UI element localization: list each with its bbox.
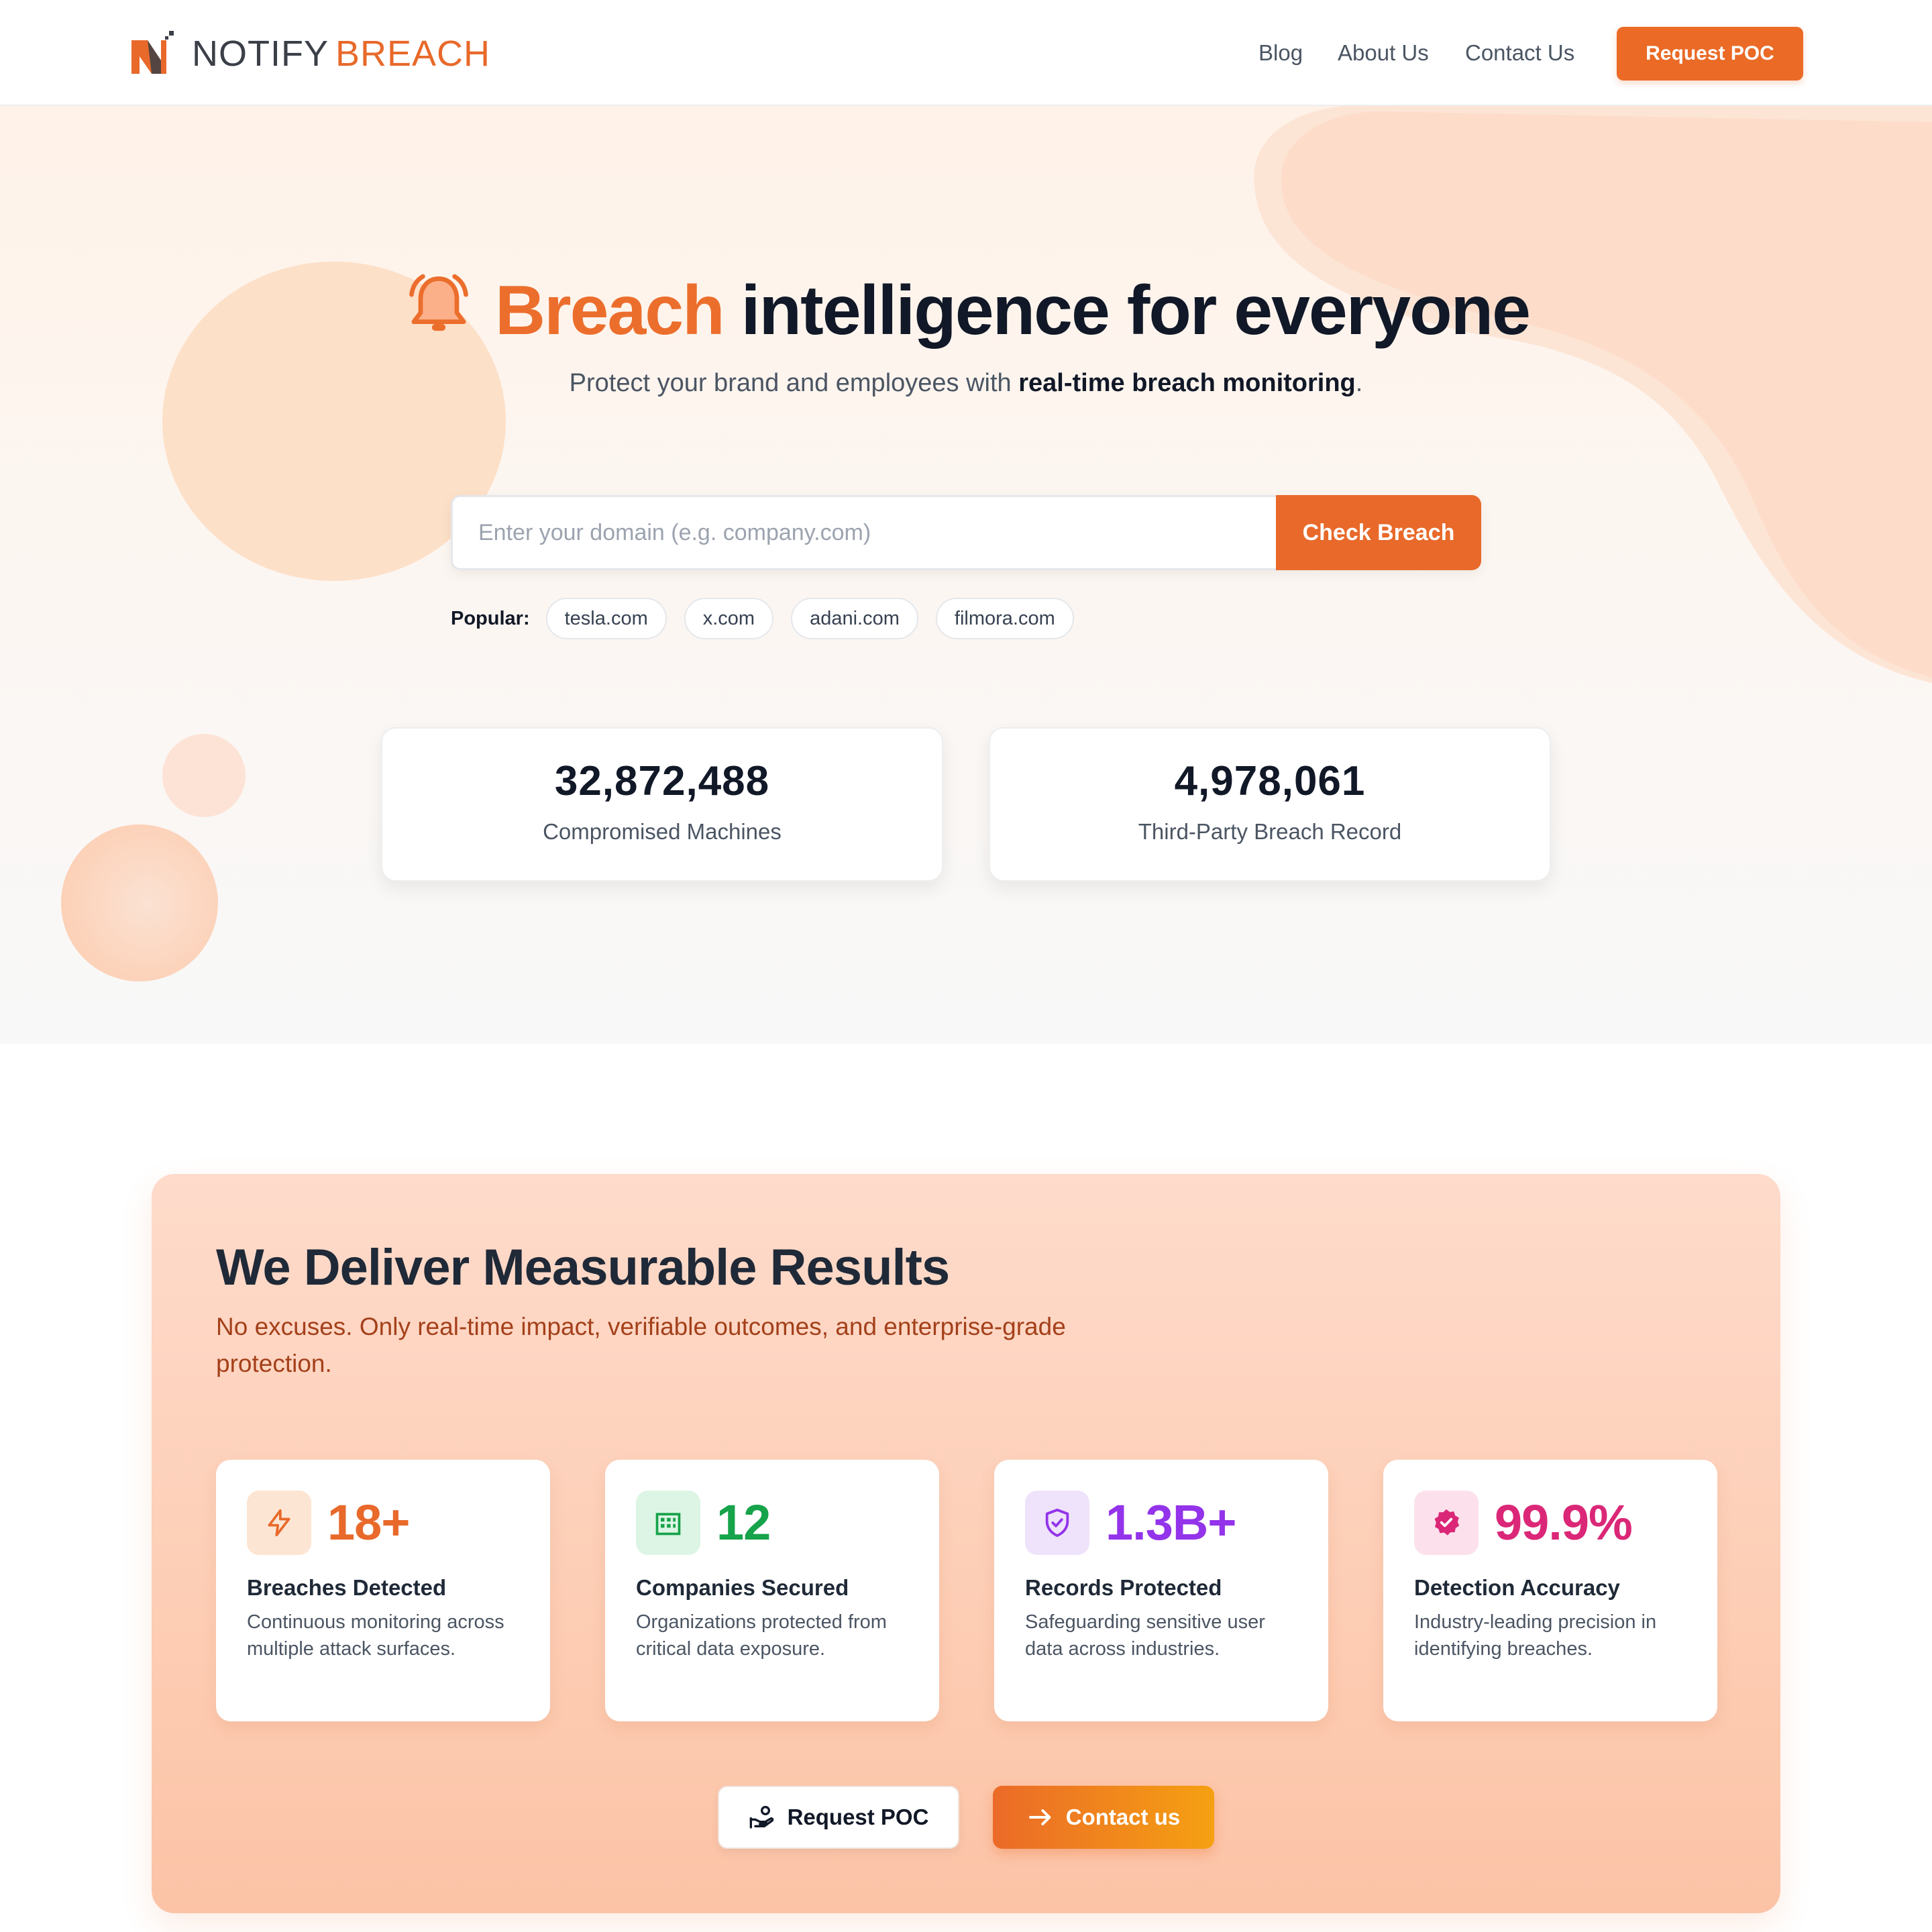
nav-link-blog[interactable]: Blog [1258, 38, 1303, 68]
result-value: 12 [716, 1495, 771, 1550]
shield-check-icon [1025, 1491, 1089, 1555]
result-value: 18+ [327, 1495, 411, 1550]
brand-wordmark: NOTIFY BREACH [192, 30, 490, 78]
lightning-icon [247, 1491, 311, 1555]
contact-us-label: Contact us [1065, 1805, 1181, 1829]
result-value: 99.9% [1495, 1495, 1633, 1550]
contact-us-button[interactable]: Contact us [993, 1786, 1214, 1849]
result-title: Detection Accuracy [1414, 1575, 1620, 1600]
results-subtitle: No excuses. Only real-time impact, verif… [216, 1313, 1066, 1377]
popular-label: Popular: [451, 607, 530, 629]
results-title: We Deliver Measurable Results [216, 1239, 950, 1296]
result-description: Industry-leading precision in identifyin… [1414, 1611, 1657, 1660]
domain-search-form: Check Breach [451, 495, 1481, 570]
nav-link-about-us[interactable]: About Us [1338, 38, 1429, 68]
verified-badge-icon [1414, 1491, 1479, 1555]
popular-domain-chip[interactable]: adani.com [791, 598, 918, 639]
stat-card-third-party-records: 4,978,061 Third-Party Breach Record [989, 727, 1551, 881]
stat-card-compromised-machines: 32,872,488 Compromised Machines [381, 727, 943, 881]
nav-link-contact-us[interactable]: Contact Us [1465, 38, 1574, 68]
hero-subtitle-end: . [1355, 369, 1363, 397]
result-title: Breaches Detected [247, 1575, 447, 1600]
top-navigation: NOTIFY BREACH Blog About Us Contact Us Re… [0, 0, 1932, 106]
notify-breach-logo-icon [131, 31, 174, 74]
brand-name-part2: BREACH [335, 34, 491, 74]
brand-name-part1: NOTIFY [192, 34, 329, 74]
hand-coin-icon [749, 1805, 773, 1829]
result-title: Records Protected [1025, 1575, 1222, 1600]
result-card-records-protected: 1.3B+ Records Protected Safeguarding sen… [994, 1460, 1328, 1721]
result-description: Safeguarding sensitive user data across … [1025, 1611, 1265, 1660]
results-section: We Deliver Measurable Results No excuses… [152, 1174, 1780, 1913]
nav-request-poc-button[interactable]: Request POC [1617, 27, 1803, 80]
brand-logo[interactable]: NOTIFY BREACH [127, 30, 490, 78]
result-card-companies-secured: 12 Companies Secured Organizations prote… [605, 1460, 939, 1721]
building-icon [636, 1491, 700, 1555]
result-card-detection-accuracy: 99.9% Detection Accuracy Industry-leadin… [1383, 1460, 1717, 1721]
popular-domain-chip[interactable]: tesla.com [545, 598, 667, 639]
hero-title-accent: Breach [495, 272, 725, 350]
result-description: Organizations protected from critical da… [636, 1611, 887, 1660]
check-breach-button[interactable]: Check Breach [1276, 495, 1481, 570]
bell-ringing-icon [409, 274, 468, 331]
hero-subtitle: Protect your brand and employees with re… [0, 369, 1932, 398]
hero-title-rest: intelligence for everyone [741, 272, 1531, 350]
stat-label: Third-Party Breach Record [1138, 819, 1402, 844]
stat-value: 4,978,061 [1174, 758, 1366, 804]
popular-domains: Popular: tesla.com x.com adani.com filmo… [451, 597, 1091, 640]
request-poc-label: Request POC [787, 1805, 929, 1829]
hero-subtitle-text: Protect your brand and employees with [569, 369, 1019, 397]
popular-domain-chip[interactable]: filmora.com [935, 598, 1074, 639]
hero-section: Breach intelligence for everyone Protect … [0, 106, 1932, 1044]
popular-domain-chip[interactable]: x.com [684, 598, 774, 639]
decorative-background-shapes [61, 106, 1932, 981]
hero-subtitle-emphasis: real-time breach monitoring [1018, 369, 1356, 397]
request-poc-button[interactable]: Request POC [718, 1786, 959, 1849]
stat-label: Compromised Machines [543, 819, 782, 844]
domain-search-input[interactable] [451, 495, 1276, 570]
result-card-breaches-detected: 18+ Breaches Detected Continuous monitor… [216, 1460, 550, 1721]
hero-title: Breach intelligence for everyone [0, 267, 1932, 354]
result-description: Continuous monitoring across multiple at… [247, 1611, 504, 1660]
arrow-right-icon [1028, 1809, 1051, 1825]
result-value: 1.3B+ [1106, 1495, 1237, 1550]
stat-value: 32,872,488 [554, 758, 770, 804]
result-title: Companies Secured [636, 1575, 849, 1600]
